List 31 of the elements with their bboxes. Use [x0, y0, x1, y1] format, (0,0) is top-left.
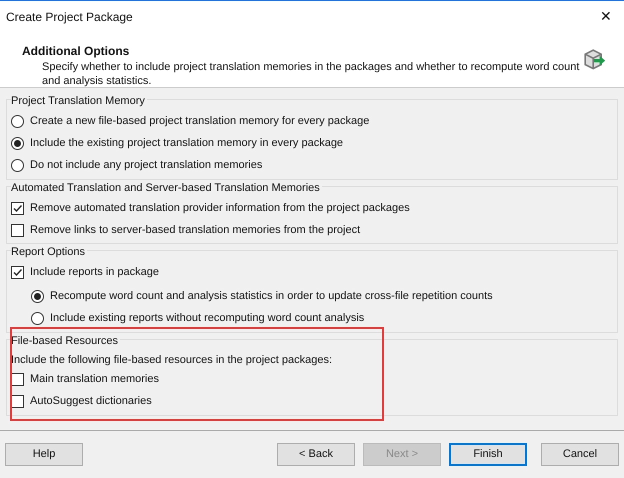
option-label: Remove links to server-based translation memories from the project — [30, 222, 360, 238]
checkbox[interactable] — [11, 373, 24, 386]
radio-button[interactable] — [11, 159, 24, 172]
checkbox[interactable] — [11, 202, 24, 214]
dialog-button[interactable]: Cancel — [541, 443, 619, 466]
dialog-button[interactable]: < Back — [277, 443, 355, 466]
radio-button[interactable] — [11, 137, 24, 150]
option-label: Recompute word count and analysis statistics in order to update cross-file repetition counts — [50, 289, 493, 304]
option-label: Do not include any project translation memories — [30, 158, 262, 174]
group-description: Include the following file-based resources in the project packages: — [11, 353, 334, 368]
option-label: AutoSuggest dictionaries — [30, 394, 152, 410]
radio-button[interactable] — [31, 290, 44, 303]
checkbox[interactable] — [11, 395, 24, 408]
group-title: Report Options — [11, 244, 87, 260]
close-button[interactable]: ✕ — [588, 2, 624, 32]
radio-button[interactable] — [31, 312, 44, 325]
option-label: Include the existing project translation memory in every package — [30, 136, 344, 152]
checkbox[interactable] — [11, 224, 24, 236]
window-title: Create Project Package — [6, 8, 133, 26]
option-label: Create a new file-based project translation memory for every package — [30, 114, 370, 130]
group-title: Project Translation Memory — [11, 93, 147, 110]
option-label: Remove automated translation provider information from the project packages — [30, 200, 410, 216]
header-description: Specify whether to include project translation memories in the packages and whether to recompute word count and analysis statistics. — [41, 60, 580, 88]
dialog-button[interactable]: Finish — [449, 443, 527, 466]
option-label: Main translation memories — [30, 372, 159, 388]
option-label: Include existing reports without recomputing word count analysis — [50, 311, 364, 326]
header-title: Additional Options — [22, 43, 130, 60]
option-label: Include reports in package — [30, 265, 160, 280]
checkbox[interactable] — [11, 266, 24, 279]
dialog-button[interactable]: Help — [5, 443, 83, 466]
radio-button[interactable] — [11, 115, 24, 128]
